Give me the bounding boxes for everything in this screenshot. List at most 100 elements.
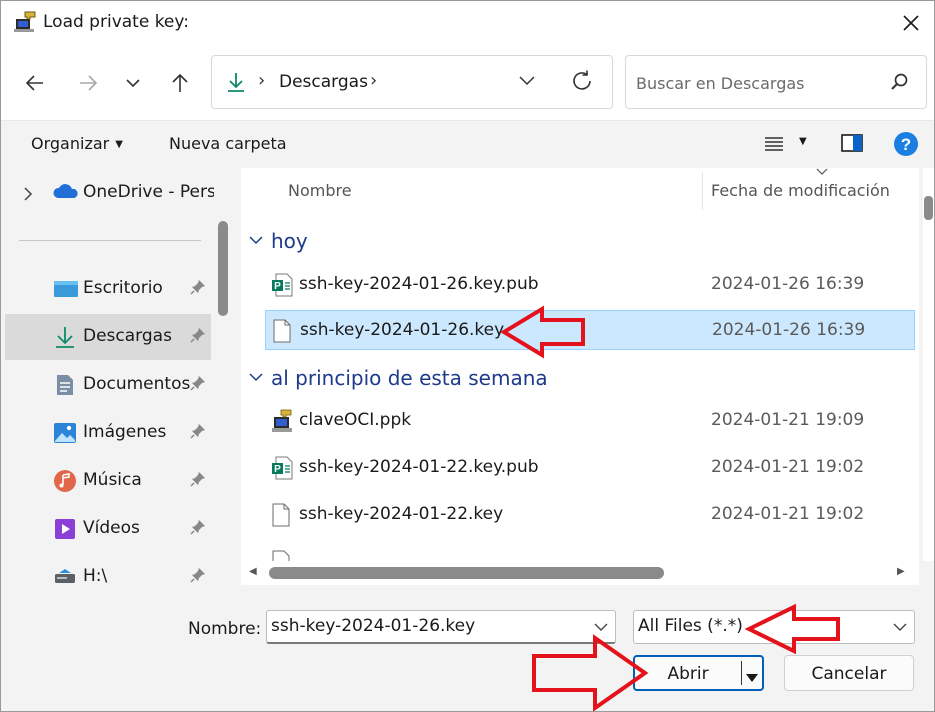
open-button[interactable]: Abrir <box>633 655 764 691</box>
music-icon <box>53 469 77 493</box>
column-header-date-modified[interactable]: Fecha de modificación <box>711 181 890 200</box>
view-options-chevron-icon[interactable]: ▼ <box>799 136 807 147</box>
sidebar-item-label: Documentos <box>83 374 191 394</box>
pin-icon[interactable] <box>190 327 206 347</box>
new-folder-button[interactable]: Nueva carpeta <box>169 134 287 153</box>
pin-icon[interactable] <box>190 519 206 539</box>
scroll-right-icon[interactable]: ▶ <box>897 566 905 577</box>
sidebar-item-label: Música <box>83 470 142 490</box>
filename-field[interactable]: ssh-key-2024-01-26.key <box>266 610 616 644</box>
file-type-value: All Files (*.*) <box>638 616 743 636</box>
chevron-down-icon[interactable] <box>249 226 263 250</box>
sidebar-item-label: Imágenes <box>83 422 167 442</box>
file-date: 2024-01-26 16:39 <box>712 320 866 340</box>
file-list: Nombre Fecha de modificación hoy P ssh-k… <box>241 168 919 561</box>
preview-pane-icon[interactable] <box>841 133 863 157</box>
column-divider[interactable] <box>702 172 703 210</box>
cancel-button-label: Cancelar <box>811 664 887 684</box>
puttygen-app-icon <box>13 10 37 34</box>
file-date: 2024-01-26 16:39 <box>711 274 865 294</box>
download-icon <box>226 71 246 97</box>
file-date: 2024-01-21 19:02 <box>711 457 865 477</box>
search-box[interactable] <box>625 55 927 109</box>
organize-label: Organizar <box>31 134 110 153</box>
breadcrumb-separator[interactable]: › <box>258 70 265 91</box>
cancel-button[interactable]: Cancelar <box>784 655 914 691</box>
pin-icon[interactable] <box>190 375 206 395</box>
group-header-hoy[interactable]: hoy <box>249 226 308 253</box>
breadcrumb-descargas[interactable]: Descargas <box>279 72 368 92</box>
sidebar-item-escritorio[interactable]: Escritorio <box>1 266 211 312</box>
file-name: ssh-key-2024-01-26.key <box>300 320 505 340</box>
view-options-icon[interactable] <box>764 134 784 158</box>
column-header-name[interactable]: Nombre <box>288 181 352 200</box>
dialog-footer: Nombre: ssh-key-2024-01-26.key All Files… <box>1 585 934 711</box>
file-row[interactable]: P ssh-key-2024-01-22.key.pub 2024-01-21 … <box>265 448 915 488</box>
back-arrow-icon[interactable] <box>19 67 51 99</box>
drive-icon <box>53 565 77 585</box>
filename-value[interactable]: ssh-key-2024-01-26.key <box>271 616 475 636</box>
group-label: al principio de esta semana <box>271 366 548 390</box>
sidebar-item-musica[interactable]: Música <box>1 458 211 504</box>
close-icon[interactable] <box>891 7 931 39</box>
file-list-horizontal-scrollbar[interactable]: ◀ ▶ <box>241 561 919 585</box>
file-row-partial[interactable] <box>265 542 915 561</box>
blank-file-icon <box>271 503 293 527</box>
sort-chevron-icon <box>816 168 828 179</box>
blank-file-icon <box>271 550 293 561</box>
videos-icon <box>53 517 77 541</box>
sidebar-item-documentos[interactable]: Documentos <box>1 362 211 408</box>
publisher-file-icon: P <box>271 456 293 480</box>
pin-icon[interactable] <box>190 471 206 491</box>
svg-text:P: P <box>274 464 281 475</box>
sidebar-item-label: Descargas <box>83 326 172 346</box>
file-type-chevron-icon[interactable] <box>892 619 908 639</box>
address-history-chevron-icon[interactable] <box>517 70 537 94</box>
putty-key-icon <box>271 409 293 433</box>
search-icon[interactable] <box>890 72 910 96</box>
pictures-icon <box>53 421 77 445</box>
sidebar-item-imagenes[interactable]: Imágenes <box>1 410 211 456</box>
open-button-label: Abrir <box>667 664 709 684</box>
recent-locations-chevron-icon[interactable] <box>117 67 149 99</box>
filename-history-chevron-icon[interactable] <box>593 619 609 639</box>
open-file-dialog: Load private key: › Descargas › Buscar e… <box>0 0 935 712</box>
scroll-left-icon[interactable]: ◀ <box>249 566 257 577</box>
sidebar-item-videos[interactable]: Vídeos <box>1 506 211 552</box>
search-input[interactable] <box>636 68 876 98</box>
chevron-down-icon[interactable] <box>249 363 263 387</box>
address-bar[interactable]: › Descargas › <box>211 55 613 109</box>
sidebar-item-onedrive[interactable]: OneDrive - Perso <box>1 170 214 216</box>
sidebar-item-label: Vídeos <box>83 518 140 538</box>
organize-menu[interactable]: Organizar ▼ <box>31 134 123 153</box>
blank-file-icon <box>272 319 294 343</box>
sidebar-item-descargas[interactable]: Descargas <box>5 314 211 360</box>
pin-icon[interactable] <box>190 423 206 443</box>
navigation-pane-scrollbar[interactable] <box>218 221 228 316</box>
open-options-caret-icon[interactable] <box>745 668 759 687</box>
up-arrow-icon[interactable] <box>164 67 196 99</box>
documents-icon <box>53 373 77 397</box>
pin-icon[interactable] <box>190 279 206 299</box>
file-row[interactable]: claveOCI.ppk 2024-01-21 19:09 <box>265 401 915 441</box>
file-type-select[interactable]: All Files (*.*) <box>633 610 915 644</box>
file-row-selected[interactable]: ssh-key-2024-01-26.key 2024-01-26 16:39 <box>265 310 915 350</box>
scrollbar-thumb[interactable] <box>269 567 664 579</box>
forward-arrow-icon[interactable] <box>72 67 104 99</box>
refresh-icon[interactable] <box>570 69 594 97</box>
help-icon[interactable]: ? <box>893 131 919 161</box>
sidebar-item-h-drive[interactable]: H:\ <box>1 554 211 585</box>
file-row[interactable]: P ssh-key-2024-01-26.key.pub 2024-01-26 … <box>265 265 915 305</box>
breadcrumb-separator[interactable]: › <box>370 70 377 91</box>
sidebar-item-label: Escritorio <box>83 278 163 298</box>
pin-icon[interactable] <box>190 567 206 585</box>
chevron-right-icon[interactable] <box>23 186 33 205</box>
file-name: ssh-key-2024-01-22.key <box>299 504 504 524</box>
downloads-icon <box>53 325 77 349</box>
group-header-al-principio-de-esta-semana[interactable]: al principio de esta semana <box>249 363 548 390</box>
scrollbar-thumb[interactable] <box>924 196 933 220</box>
filename-label: Nombre: <box>188 619 262 639</box>
file-list-vertical-scrollbar[interactable] <box>923 168 934 561</box>
file-row[interactable]: ssh-key-2024-01-22.key 2024-01-21 19:02 <box>265 495 915 535</box>
file-date: 2024-01-21 19:09 <box>711 410 865 430</box>
